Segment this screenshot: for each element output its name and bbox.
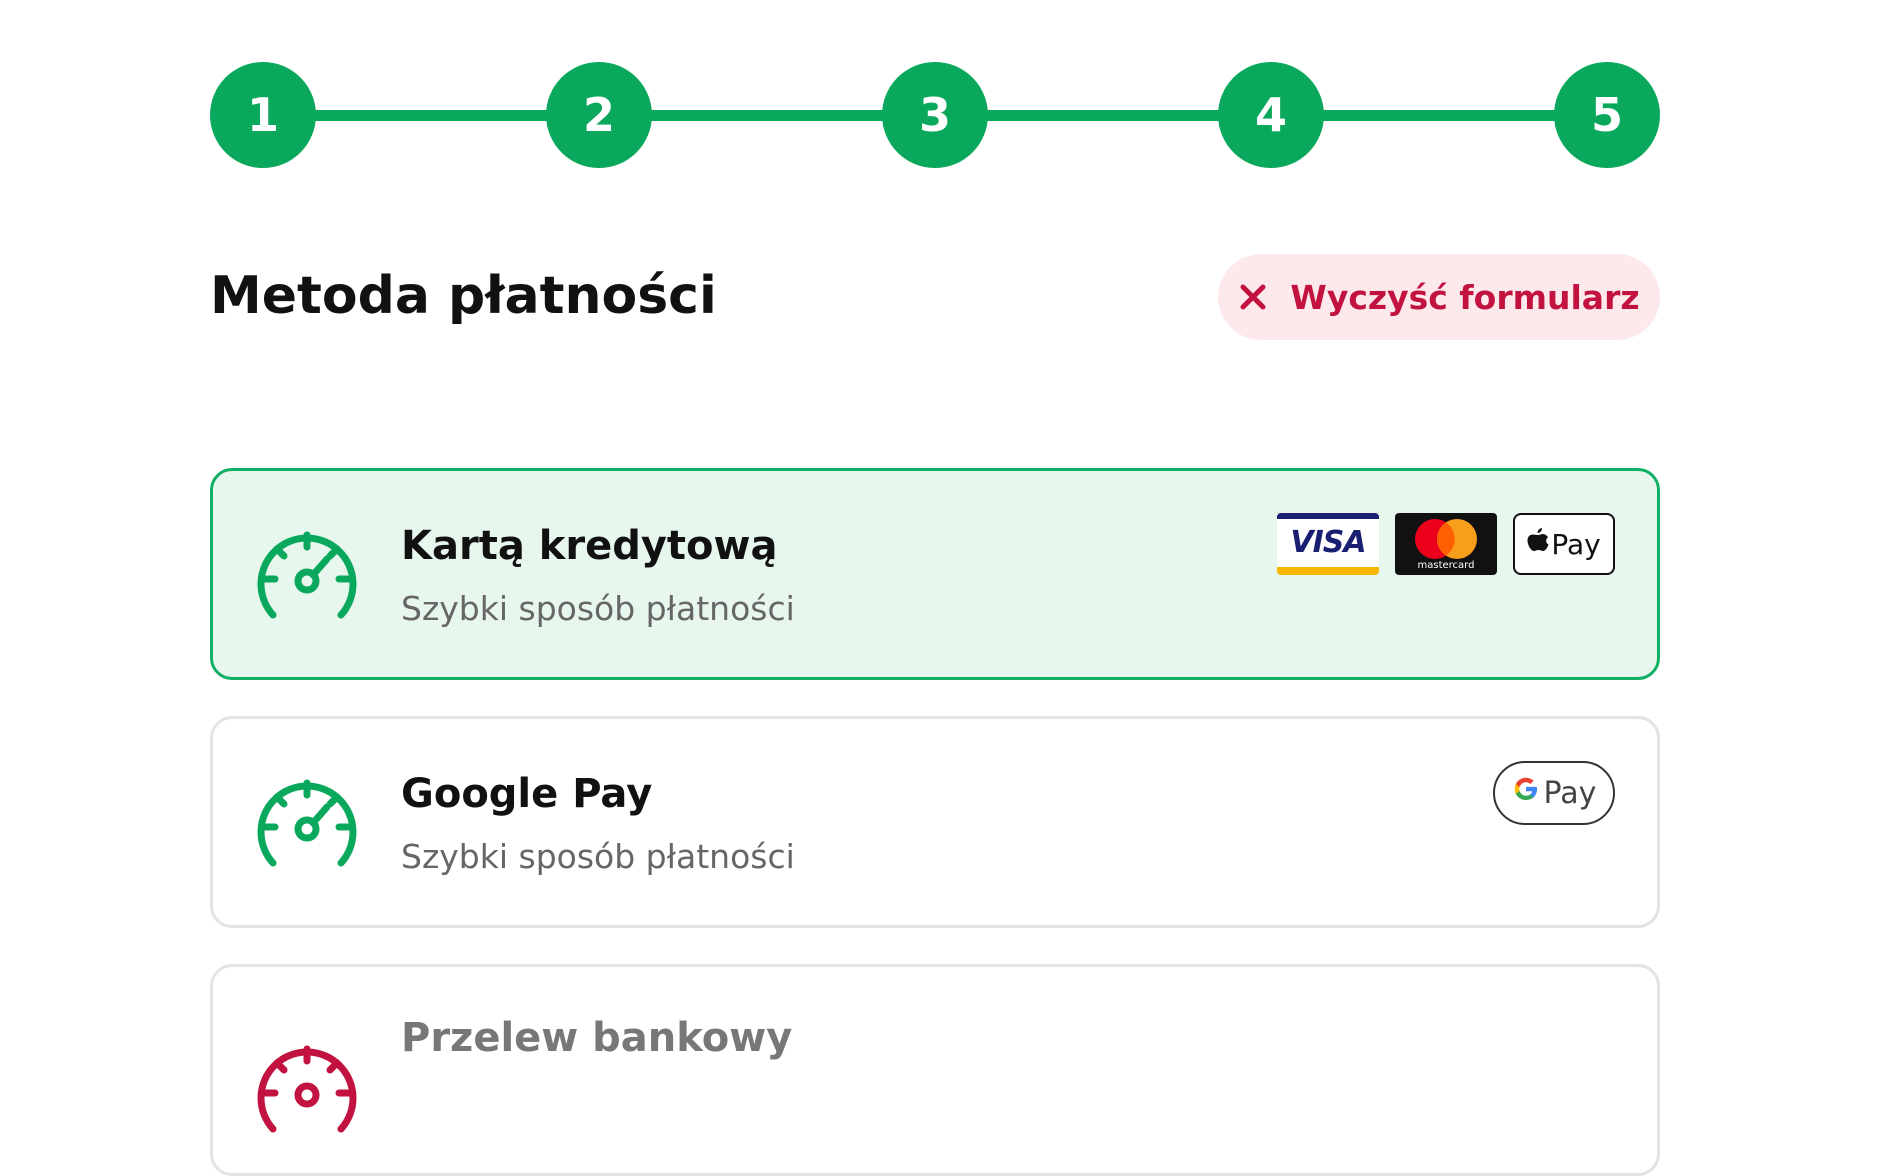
payment-method-google-pay[interactable]: Google Pay Szybki sposób płatności Pay xyxy=(210,716,1660,928)
google-pay-logo: Pay xyxy=(1493,761,1615,825)
method-title: Google Pay xyxy=(401,771,653,817)
step-3[interactable]: 3 xyxy=(882,62,988,168)
apple-pay-logo: Pay xyxy=(1513,513,1615,575)
close-icon xyxy=(1238,282,1268,312)
mastercard-logo: mastercard xyxy=(1395,513,1497,575)
step-5[interactable]: 5 xyxy=(1554,62,1660,168)
clear-form-label: Wyczyść formularz xyxy=(1290,277,1640,317)
progress-stepper: 1 2 3 4 5 xyxy=(210,62,1660,168)
card-brand-logos: VISA mastercard Pay xyxy=(1277,513,1615,575)
payment-method-credit-card[interactable]: Kartą kredytową Szybki sposób płatności … xyxy=(210,468,1660,680)
method-title: Kartą kredytową xyxy=(401,523,778,569)
speedometer-icon xyxy=(253,775,361,875)
step-4[interactable]: 4 xyxy=(1218,62,1324,168)
payment-method-bank-transfer[interactable]: Przelew bankowy xyxy=(210,964,1660,1176)
speedometer-icon xyxy=(253,1041,361,1141)
step-1[interactable]: 1 xyxy=(210,62,316,168)
method-subtitle: Szybki sposób płatności xyxy=(401,589,795,628)
google-pay-logos: Pay xyxy=(1493,761,1615,825)
apple-icon xyxy=(1527,527,1549,561)
speedometer-icon xyxy=(253,527,361,627)
page-title: Metoda płatności xyxy=(210,266,717,326)
clear-form-button[interactable]: Wyczyść formularz xyxy=(1218,254,1660,340)
google-g-icon xyxy=(1512,775,1540,811)
method-subtitle: Szybki sposób płatności xyxy=(401,837,795,876)
step-2[interactable]: 2 xyxy=(546,62,652,168)
method-title: Przelew bankowy xyxy=(401,1015,793,1061)
visa-logo: VISA xyxy=(1277,513,1379,575)
